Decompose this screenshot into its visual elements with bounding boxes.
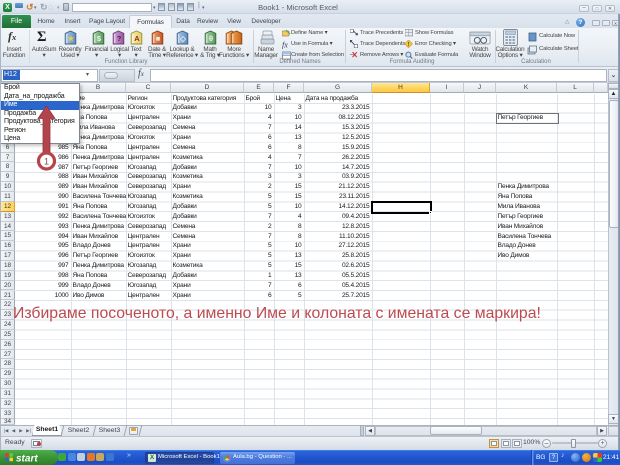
svg-text:start: start [16,454,38,465]
svg-text:?: ? [116,34,121,43]
svg-text:!: ! [408,42,410,48]
svg-text:■: ■ [155,34,160,43]
svg-text:θ: θ [208,34,212,43]
svg-text:1: 1 [44,157,49,167]
svg-text:fx: fx [282,40,288,49]
svg-text:A: A [134,34,140,43]
